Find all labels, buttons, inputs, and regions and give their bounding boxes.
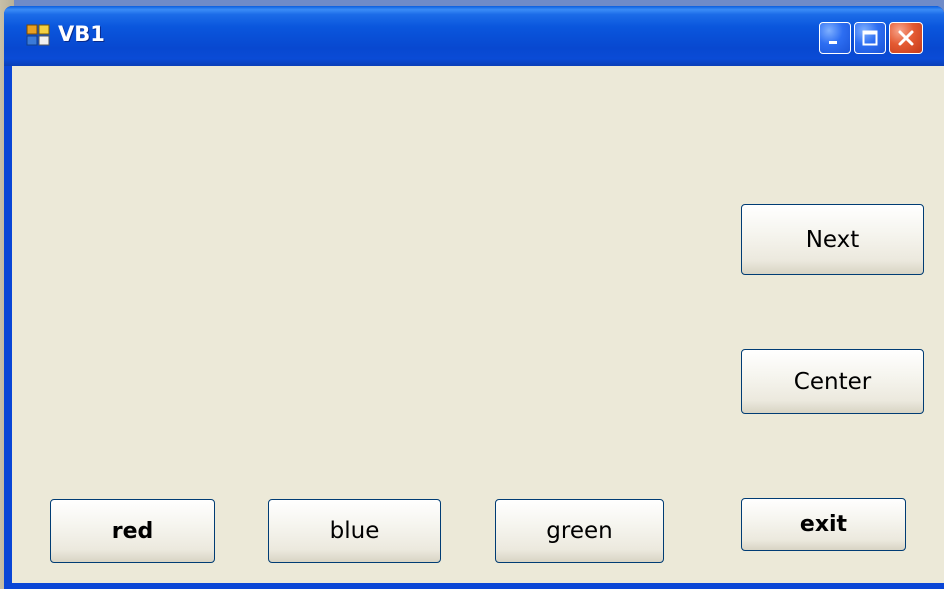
close-icon bbox=[898, 30, 914, 46]
next-button[interactable]: Next bbox=[741, 204, 924, 275]
app-window: VB1 Next Center exit red blue green bbox=[4, 6, 944, 589]
red-button[interactable]: red bbox=[50, 499, 215, 563]
maximize-button[interactable] bbox=[854, 22, 886, 54]
red-button-label: red bbox=[111, 518, 154, 544]
green-button-label: green bbox=[546, 518, 613, 544]
exit-button-label: exit bbox=[799, 512, 848, 537]
center-button-label: Center bbox=[793, 368, 872, 395]
exit-button[interactable]: exit bbox=[741, 498, 906, 551]
title-bar[interactable]: VB1 bbox=[4, 6, 944, 66]
maximize-icon bbox=[862, 30, 878, 46]
next-button-label: Next bbox=[805, 226, 860, 253]
minimize-icon bbox=[829, 41, 837, 44]
window-title: VB1 bbox=[58, 22, 105, 46]
green-button[interactable]: green bbox=[495, 499, 664, 563]
form-client-area: Next Center exit red blue green bbox=[12, 66, 944, 583]
blue-button[interactable]: blue bbox=[268, 499, 441, 563]
blue-button-label: blue bbox=[329, 518, 380, 544]
close-button[interactable] bbox=[889, 22, 923, 54]
center-button[interactable]: Center bbox=[741, 349, 924, 414]
minimize-button[interactable] bbox=[819, 22, 851, 54]
app-window-icon bbox=[26, 24, 50, 46]
